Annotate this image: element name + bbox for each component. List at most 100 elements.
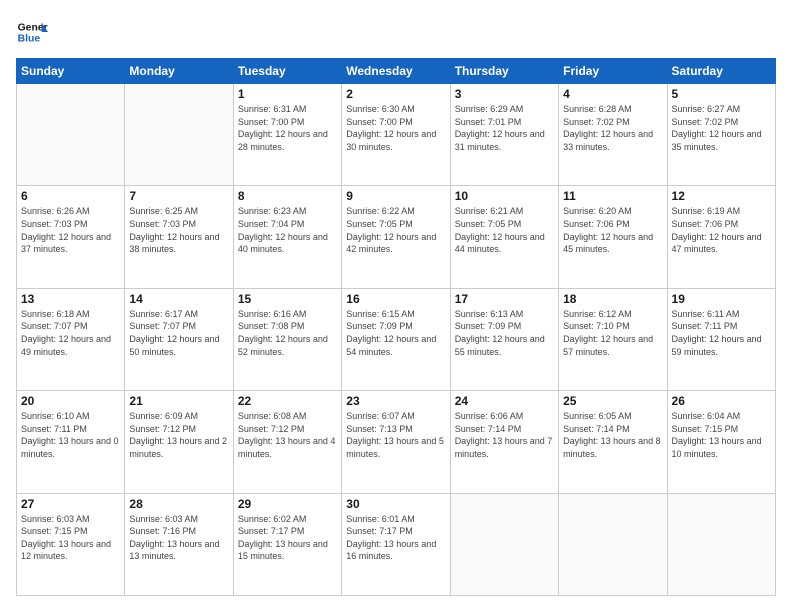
day-number: 8	[238, 189, 337, 203]
calendar-cell: 23 Sunrise: 6:07 AM Sunset: 7:13 PM Dayli…	[342, 391, 450, 493]
generalblue-logo-icon: General Blue	[16, 16, 48, 48]
day-number: 26	[672, 394, 771, 408]
calendar-cell: 25 Sunrise: 6:05 AM Sunset: 7:14 PM Dayli…	[559, 391, 667, 493]
day-info: Sunrise: 6:29 AM Sunset: 7:01 PM Dayligh…	[455, 103, 554, 153]
day-info: Sunrise: 6:11 AM Sunset: 7:11 PM Dayligh…	[672, 308, 771, 358]
day-info: Sunrise: 6:12 AM Sunset: 7:10 PM Dayligh…	[563, 308, 662, 358]
calendar-cell: 28 Sunrise: 6:03 AM Sunset: 7:16 PM Dayli…	[125, 493, 233, 595]
day-info: Sunrise: 6:03 AM Sunset: 7:15 PM Dayligh…	[21, 513, 120, 563]
day-info: Sunrise: 6:25 AM Sunset: 7:03 PM Dayligh…	[129, 205, 228, 255]
day-info: Sunrise: 6:05 AM Sunset: 7:14 PM Dayligh…	[563, 410, 662, 460]
calendar-cell: 11 Sunrise: 6:20 AM Sunset: 7:06 PM Dayli…	[559, 186, 667, 288]
calendar-cell	[17, 84, 125, 186]
calendar-cell: 7 Sunrise: 6:25 AM Sunset: 7:03 PM Daylig…	[125, 186, 233, 288]
day-info: Sunrise: 6:27 AM Sunset: 7:02 PM Dayligh…	[672, 103, 771, 153]
header: General Blue	[16, 16, 776, 48]
day-number: 24	[455, 394, 554, 408]
day-info: Sunrise: 6:13 AM Sunset: 7:09 PM Dayligh…	[455, 308, 554, 358]
calendar-cell	[559, 493, 667, 595]
calendar-cell: 10 Sunrise: 6:21 AM Sunset: 7:05 PM Dayli…	[450, 186, 558, 288]
day-number: 29	[238, 497, 337, 511]
day-number: 5	[672, 87, 771, 101]
day-info: Sunrise: 6:04 AM Sunset: 7:15 PM Dayligh…	[672, 410, 771, 460]
day-info: Sunrise: 6:26 AM Sunset: 7:03 PM Dayligh…	[21, 205, 120, 255]
logo: General Blue	[16, 16, 48, 48]
day-number: 21	[129, 394, 228, 408]
calendar-cell: 18Sunrise: 6:12 AM Sunset: 7:10 PM Dayli…	[559, 288, 667, 390]
day-info: Sunrise: 6:31 AM Sunset: 7:00 PM Dayligh…	[238, 103, 337, 153]
calendar-cell: 30 Sunrise: 6:01 AM Sunset: 7:17 PM Dayli…	[342, 493, 450, 595]
day-number: 20	[21, 394, 120, 408]
day-info: Sunrise: 6:17 AM Sunset: 7:07 PM Dayligh…	[129, 308, 228, 358]
day-info: Sunrise: 6:20 AM Sunset: 7:06 PM Dayligh…	[563, 205, 662, 255]
day-number: 28	[129, 497, 228, 511]
day-number: 4	[563, 87, 662, 101]
weekday-header-friday: Friday	[559, 59, 667, 84]
weekday-header-monday: Monday	[125, 59, 233, 84]
day-number: 7	[129, 189, 228, 203]
calendar-cell: 20Sunrise: 6:10 AM Sunset: 7:11 PM Dayli…	[17, 391, 125, 493]
day-info: Sunrise: 6:19 AM Sunset: 7:06 PM Dayligh…	[672, 205, 771, 255]
day-number: 9	[346, 189, 445, 203]
calendar-week-row: 1 Sunrise: 6:31 AM Sunset: 7:00 PM Daylig…	[17, 84, 776, 186]
calendar-cell: 15 Sunrise: 6:16 AM Sunset: 7:08 PM Dayli…	[233, 288, 341, 390]
day-info: Sunrise: 6:16 AM Sunset: 7:08 PM Dayligh…	[238, 308, 337, 358]
day-number: 14	[129, 292, 228, 306]
calendar-cell: 12 Sunrise: 6:19 AM Sunset: 7:06 PM Dayli…	[667, 186, 775, 288]
calendar-cell: 17 Sunrise: 6:13 AM Sunset: 7:09 PM Dayli…	[450, 288, 558, 390]
calendar-cell: 13 Sunrise: 6:18 AM Sunset: 7:07 PM Dayli…	[17, 288, 125, 390]
day-info: Sunrise: 6:01 AM Sunset: 7:17 PM Dayligh…	[346, 513, 445, 563]
day-number: 25	[563, 394, 662, 408]
calendar-table: SundayMondayTuesdayWednesdayThursdayFrid…	[16, 58, 776, 596]
day-number: 30	[346, 497, 445, 511]
day-info: Sunrise: 6:28 AM Sunset: 7:02 PM Dayligh…	[563, 103, 662, 153]
weekday-header-tuesday: Tuesday	[233, 59, 341, 84]
day-number: 27	[21, 497, 120, 511]
weekday-header-sunday: Sunday	[17, 59, 125, 84]
calendar-cell	[125, 84, 233, 186]
calendar-cell: 24 Sunrise: 6:06 AM Sunset: 7:14 PM Dayli…	[450, 391, 558, 493]
day-info: Sunrise: 6:22 AM Sunset: 7:05 PM Dayligh…	[346, 205, 445, 255]
svg-text:Blue: Blue	[18, 34, 41, 45]
day-number: 10	[455, 189, 554, 203]
day-info: Sunrise: 6:15 AM Sunset: 7:09 PM Dayligh…	[346, 308, 445, 358]
day-number: 19	[672, 292, 771, 306]
calendar-cell: 3Sunrise: 6:29 AM Sunset: 7:01 PM Daylig…	[450, 84, 558, 186]
calendar-cell: 1 Sunrise: 6:31 AM Sunset: 7:00 PM Daylig…	[233, 84, 341, 186]
day-info: Sunrise: 6:09 AM Sunset: 7:12 PM Dayligh…	[129, 410, 228, 460]
calendar-cell: 6 Sunrise: 6:26 AM Sunset: 7:03 PM Daylig…	[17, 186, 125, 288]
calendar-cell: 27 Sunrise: 6:03 AM Sunset: 7:15 PM Dayli…	[17, 493, 125, 595]
calendar-cell: 22Sunrise: 6:08 AM Sunset: 7:12 PM Dayli…	[233, 391, 341, 493]
day-info: Sunrise: 6:30 AM Sunset: 7:00 PM Dayligh…	[346, 103, 445, 153]
day-number: 17	[455, 292, 554, 306]
calendar-cell: 9 Sunrise: 6:22 AM Sunset: 7:05 PM Daylig…	[342, 186, 450, 288]
day-number: 2	[346, 87, 445, 101]
calendar-cell: 8Sunrise: 6:23 AM Sunset: 7:04 PM Daylig…	[233, 186, 341, 288]
day-number: 23	[346, 394, 445, 408]
calendar-cell: 14 Sunrise: 6:17 AM Sunset: 7:07 PM Dayli…	[125, 288, 233, 390]
calendar-cell: 2 Sunrise: 6:30 AM Sunset: 7:00 PM Daylig…	[342, 84, 450, 186]
day-number: 1	[238, 87, 337, 101]
day-number: 11	[563, 189, 662, 203]
day-number: 6	[21, 189, 120, 203]
day-number: 12	[672, 189, 771, 203]
day-number: 15	[238, 292, 337, 306]
weekday-header-wednesday: Wednesday	[342, 59, 450, 84]
day-number: 22	[238, 394, 337, 408]
weekday-header-row: SundayMondayTuesdayWednesdayThursdayFrid…	[17, 59, 776, 84]
day-info: Sunrise: 6:02 AM Sunset: 7:17 PM Dayligh…	[238, 513, 337, 563]
calendar-week-row: 13 Sunrise: 6:18 AM Sunset: 7:07 PM Dayli…	[17, 288, 776, 390]
calendar-cell: 29 Sunrise: 6:02 AM Sunset: 7:17 PM Dayli…	[233, 493, 341, 595]
calendar-cell	[667, 493, 775, 595]
day-number: 13	[21, 292, 120, 306]
day-info: Sunrise: 6:03 AM Sunset: 7:16 PM Dayligh…	[129, 513, 228, 563]
calendar-week-row: 20Sunrise: 6:10 AM Sunset: 7:11 PM Dayli…	[17, 391, 776, 493]
day-info: Sunrise: 6:21 AM Sunset: 7:05 PM Dayligh…	[455, 205, 554, 255]
page: General Blue SundayMondayTuesdayWednesda…	[0, 0, 792, 612]
calendar-week-row: 27 Sunrise: 6:03 AM Sunset: 7:15 PM Dayli…	[17, 493, 776, 595]
calendar-week-row: 6 Sunrise: 6:26 AM Sunset: 7:03 PM Daylig…	[17, 186, 776, 288]
calendar-cell: 5 Sunrise: 6:27 AM Sunset: 7:02 PM Daylig…	[667, 84, 775, 186]
day-info: Sunrise: 6:06 AM Sunset: 7:14 PM Dayligh…	[455, 410, 554, 460]
day-info: Sunrise: 6:07 AM Sunset: 7:13 PM Dayligh…	[346, 410, 445, 460]
day-info: Sunrise: 6:18 AM Sunset: 7:07 PM Dayligh…	[21, 308, 120, 358]
